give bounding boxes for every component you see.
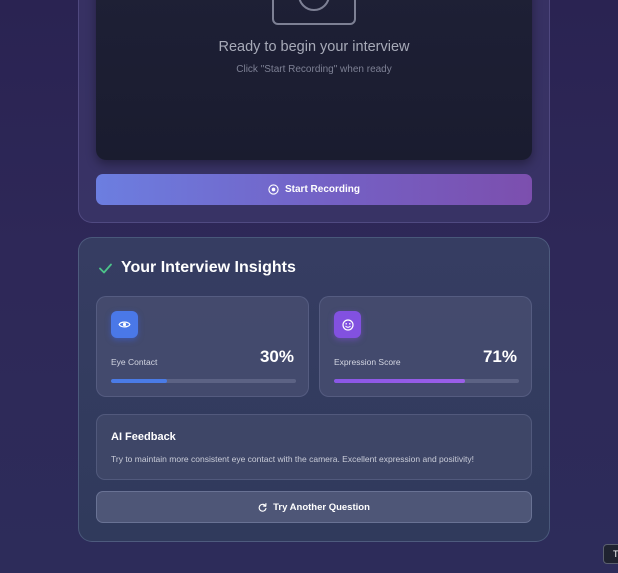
eye-icon — [111, 311, 138, 338]
expression-score-progress-fill — [334, 379, 466, 383]
corner-tag[interactable]: T — [603, 544, 618, 564]
insights-title: Your Interview Insights — [121, 259, 296, 276]
insights-header: Your Interview Insights — [99, 258, 296, 278]
try-another-question-button[interactable]: Try Another Question — [96, 491, 532, 523]
camera-icon — [272, 0, 356, 25]
start-recording-label: Start Recording — [284, 184, 360, 195]
ready-subtitle: Click "Start Recording" when ready — [236, 64, 392, 75]
expression-score-progress — [334, 379, 519, 383]
ai-feedback-card: AI Feedback Try to maintain more consist… — [96, 414, 532, 480]
expression-score-label: Expression Score — [334, 357, 401, 367]
refresh-icon — [258, 502, 267, 512]
eye-contact-progress — [111, 379, 296, 383]
ready-title: Ready to begin your interview — [218, 39, 410, 55]
smile-icon — [334, 311, 361, 338]
ai-feedback-title: AI Feedback — [111, 431, 176, 443]
expression-score-card: Expression Score 71% — [319, 296, 532, 397]
check-icon — [99, 263, 112, 273]
expression-score-value: 71% — [482, 347, 517, 366]
eye-contact-value: 30% — [259, 347, 294, 366]
eye-contact-label: Eye Contact — [111, 357, 158, 367]
start-recording-button[interactable]: Start Recording — [96, 174, 532, 205]
record-circle-icon — [268, 184, 279, 195]
eye-contact-progress-fill — [111, 379, 167, 383]
ai-feedback-text: Try to maintain more consistent eye cont… — [111, 454, 474, 464]
eye-contact-card: Eye Contact 30% — [96, 296, 309, 397]
try-another-question-label: Try Another Question — [273, 501, 370, 513]
